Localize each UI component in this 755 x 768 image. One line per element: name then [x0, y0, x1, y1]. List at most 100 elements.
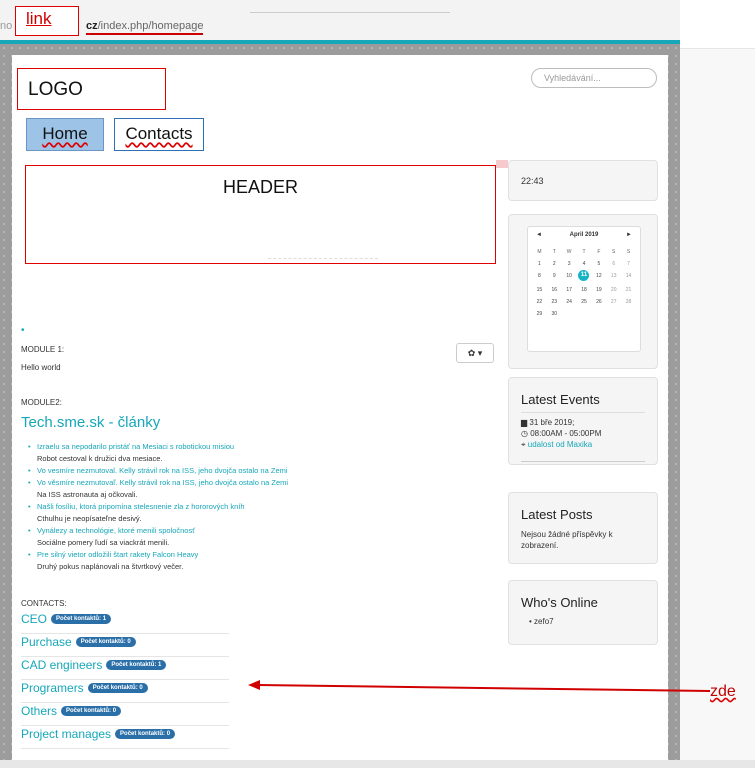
- list-item: Vynálezy a technológie, ktoré menili spo…: [28, 525, 368, 549]
- calendar-day[interactable]: 2: [547, 261, 562, 267]
- clock-icon: ◷: [521, 429, 528, 438]
- contact-group-row[interactable]: Project manages Počet kontaktů: 0: [21, 725, 229, 749]
- contact-group-row[interactable]: CEO Počet kontaktů: 1: [21, 610, 229, 634]
- calendar-day: [577, 311, 592, 317]
- calendar-day[interactable]: 24: [562, 299, 577, 305]
- calendar: ◄ April 2019 ► M T W T F S S 1 2 3 4 5 6 7 8 9 10 11 12 13 1…: [527, 226, 641, 352]
- contact-group-row[interactable]: Purchase Počet kontaktů: 0: [21, 633, 229, 657]
- calendar-grid: M T W T F S S 1 2 3 4 5 6 7 8 9 10 11 12 13 14 15 16 17 18 19 20 21…: [532, 249, 636, 317]
- module2-label: MODULE2:: [21, 398, 62, 407]
- event-date: ▆ 31 bře 2019;: [521, 418, 574, 427]
- calendar-day[interactable]: 14: [621, 273, 636, 281]
- calendar-day[interactable]: 12: [591, 273, 606, 281]
- calendar-weekday: F: [597, 249, 601, 255]
- outer-background: [680, 48, 755, 761]
- calendar-day[interactable]: 25: [577, 299, 592, 305]
- contact-group-name[interactable]: CEO: [21, 612, 47, 626]
- calendar-day[interactable]: 18: [577, 287, 592, 293]
- calendar-day[interactable]: 5: [591, 261, 606, 267]
- gear-icon: ✿: [467, 348, 476, 358]
- contact-count-badge: Počet kontaktů: 1: [51, 613, 112, 624]
- contact-group-name[interactable]: Purchase: [21, 635, 72, 649]
- calendar-day[interactable]: 20: [606, 287, 621, 293]
- bottom-strip: [0, 760, 755, 768]
- calendar-day[interactable]: 22: [532, 299, 547, 305]
- list-item: Vo vesmíre nezmutoval. Kelly strávil rok…: [28, 465, 368, 477]
- calendar-day[interactable]: 16: [547, 287, 562, 293]
- news-link[interactable]: Izraelu sa nepodarilo pristáť na Mesiaci…: [37, 442, 234, 451]
- calendar-day[interactable]: 13: [606, 273, 621, 281]
- calendar-day[interactable]: 9: [547, 273, 562, 281]
- contact-group-name[interactable]: Others: [21, 704, 57, 718]
- calendar-prev-button[interactable]: ◄: [536, 232, 542, 238]
- bullet-marker: •: [21, 325, 25, 336]
- module2-title[interactable]: Tech.sme.sk - články: [21, 414, 160, 431]
- contact-group-row[interactable]: CAD engineers Počet kontaktů: 1: [21, 656, 229, 680]
- divider: [521, 412, 645, 413]
- online-user-name: zefo7: [534, 617, 554, 626]
- pin-icon: ⌖: [521, 440, 526, 449]
- contact-group-name[interactable]: Project manages: [21, 727, 111, 741]
- calendar-day[interactable]: 30: [547, 311, 562, 317]
- latest-posts-widget: Latest Posts Nejsou žádné příspěvky k zo…: [508, 492, 658, 564]
- contact-count-badge: Počet kontaktů: 0: [87, 682, 148, 693]
- clock-widget: 22:43: [508, 160, 658, 201]
- calendar-day[interactable]: 8: [532, 273, 547, 281]
- calendar-day[interactable]: 3: [562, 261, 577, 267]
- event-time: ◷ 08:00AM - 05:00PM: [521, 429, 601, 438]
- nav-home-button[interactable]: Home: [26, 118, 104, 151]
- nav-contacts-button[interactable]: Contacts: [114, 118, 204, 151]
- link-annotation-label[interactable]: link: [26, 9, 52, 29]
- nav-home-label: Home: [42, 124, 88, 143]
- url-fragment: no: [0, 20, 13, 32]
- header-placeholder: HEADER: [25, 165, 496, 264]
- contact-group-row[interactable]: Others Počet kontaktů: 0: [21, 702, 229, 726]
- calendar-day[interactable]: 29: [532, 311, 547, 317]
- contact-group-row[interactable]: Programers Počet kontaktů: 0: [21, 679, 229, 703]
- calendar-day[interactable]: 23: [547, 299, 562, 305]
- news-link[interactable]: Vo věsmíre nezmutovaľ. Kelly strávil rok…: [37, 478, 288, 487]
- contact-group-name[interactable]: CAD engineers: [21, 658, 102, 672]
- url-host: cz: [86, 20, 98, 32]
- annotation-arrow: [248, 680, 711, 692]
- news-link[interactable]: Pre silný vietor odložili štart rakety F…: [37, 550, 198, 559]
- contact-group-name[interactable]: Programers: [21, 681, 84, 695]
- link-annotation[interactable]: link: [15, 6, 79, 36]
- list-item: Izraelu sa nepodarilo pristáť na Mesiaci…: [28, 441, 368, 465]
- calendar-day[interactable]: 17: [562, 287, 577, 293]
- calendar-day[interactable]: 28: [621, 299, 636, 305]
- calendar-day[interactable]: 15: [532, 287, 547, 293]
- calendar-day[interactable]: 26: [591, 299, 606, 305]
- calendar-day[interactable]: 10: [562, 273, 577, 281]
- news-link[interactable]: Našli fosíliu, ktorá pripomína stelesnen…: [37, 502, 245, 511]
- calendar-header: ◄ April 2019 ►: [534, 232, 634, 244]
- news-link[interactable]: Vo vesmíre nezmutoval. Kelly strávil rok…: [37, 466, 288, 475]
- calendar-day[interactable]: 27: [606, 299, 621, 305]
- clock-time: 22:43: [521, 176, 544, 186]
- news-link[interactable]: Vynálezy a technológie, ktoré menili spo…: [37, 526, 195, 535]
- contact-count-badge: Počet kontaktů: 0: [115, 728, 176, 739]
- module1-label: MODULE 1:: [21, 345, 65, 354]
- online-user: • zefo7: [529, 617, 554, 626]
- module-options-button[interactable]: ✿ ▾: [456, 343, 494, 363]
- calendar-day[interactable]: 1: [532, 261, 547, 267]
- url-path: /index.php/homepage: [97, 20, 204, 32]
- caret-down-icon: ▾: [477, 348, 483, 358]
- event-link[interactable]: udalost od Maxika: [528, 440, 592, 449]
- logo-placeholder[interactable]: LOGO: [17, 68, 166, 110]
- calendar-day[interactable]: 11: [578, 270, 590, 281]
- whos-online-title: Who's Online: [521, 595, 598, 610]
- news-desc: Sociálne pomery ľudí sa viackrát menili.: [37, 538, 170, 547]
- event-link-row[interactable]: ⌖ udalost od Maxika: [521, 440, 592, 450]
- calendar-day[interactable]: 7: [621, 261, 636, 267]
- calendar-weekday: T: [582, 249, 586, 255]
- logo-label: LOGO: [28, 79, 83, 100]
- calendar-day[interactable]: 21: [621, 287, 636, 293]
- address-bar[interactable]: cz/index.php/homepage: [86, 20, 204, 35]
- divider: [521, 461, 645, 462]
- calendar-day[interactable]: 4: [577, 261, 592, 267]
- calendar-day[interactable]: 6: [606, 261, 621, 267]
- calendar-day[interactable]: 19: [591, 287, 606, 293]
- search-input[interactable]: Vyhledávání...: [531, 68, 657, 88]
- calendar-next-button[interactable]: ►: [626, 232, 632, 238]
